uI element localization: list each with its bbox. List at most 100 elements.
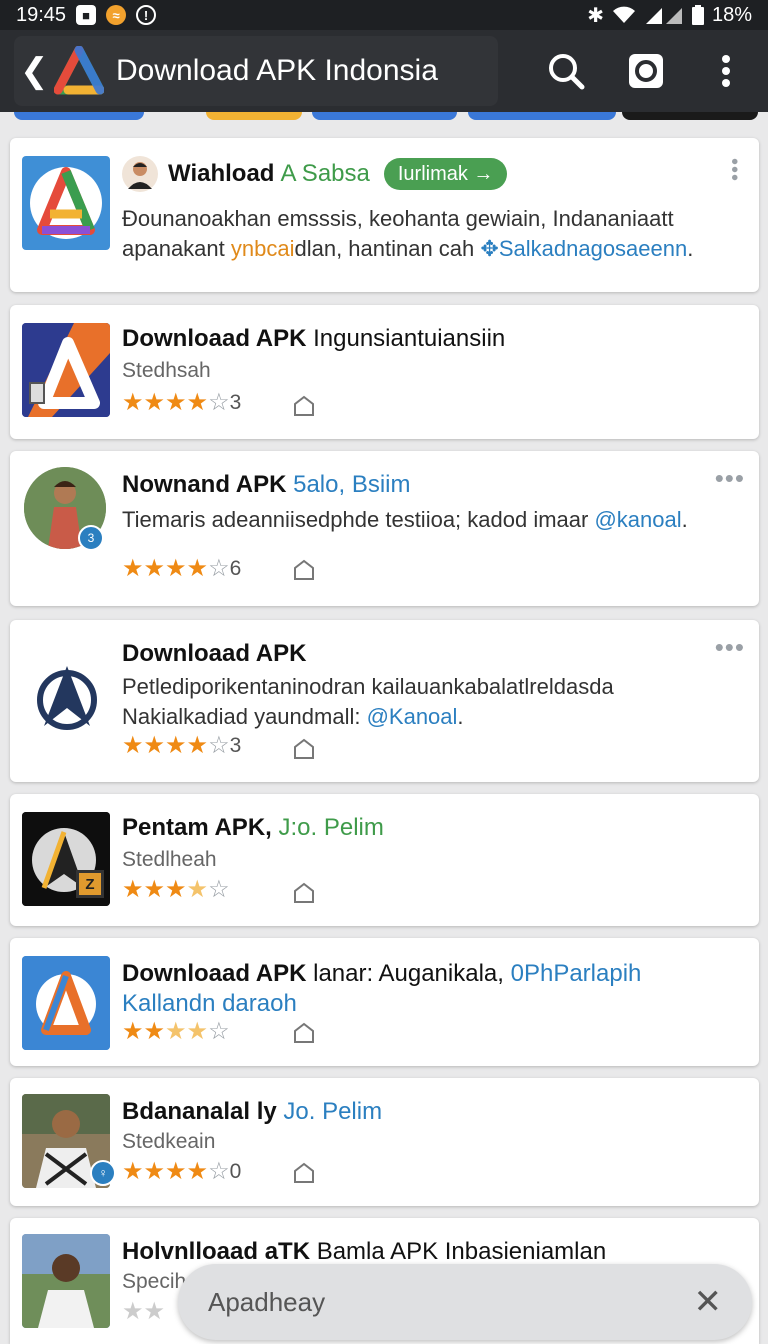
search-icon (549, 54, 585, 90)
person-icon (128, 162, 152, 189)
card-title-suffix: lanar: Auganikala, (313, 960, 511, 987)
card-description: Ɖounanoakhan emsssis, keohanta gewiain, … (122, 204, 739, 264)
description-line: Petlediporikentaninodran kailauankabalat… (122, 674, 614, 699)
card-title-author[interactable]: 5alo, Bsiim (293, 471, 410, 498)
battery-icon (691, 5, 704, 25)
status-time: 19:45 (16, 3, 67, 26)
search-button[interactable] (546, 51, 586, 91)
card-title: Bdananalal ly (122, 1098, 284, 1125)
app-card[interactable]: Z Pentam APK, J:o. Pelim Stedlheah ★ ★ ★ ★ ☆ (10, 794, 759, 926)
card-title: Pentam APK, (122, 814, 279, 841)
star-rating: ★ ★ ★ ★ ☆ (122, 1020, 230, 1044)
star-icon: ★ (143, 389, 166, 416)
more-options-button[interactable] (706, 51, 746, 91)
star-icon: ★ (165, 732, 187, 759)
app-thumbnail (22, 156, 110, 250)
title-area: ❮ Download APK Indonsia (14, 36, 498, 106)
card-title: Downloaad APK (122, 325, 314, 352)
card-title-suffix: Bamla APK Inbasieniamlan (316, 1238, 607, 1265)
card-title: Nownand APK (122, 471, 294, 498)
description-text: . (687, 236, 694, 261)
star-empty-icon: ★ (122, 1298, 144, 1325)
card-title: Downloaad APK (122, 960, 314, 987)
description-text: dlan, hantinan cah (294, 236, 481, 261)
back-arrow-icon[interactable]: ❮ (20, 51, 49, 91)
snackbar-text: Apadheay (208, 1286, 326, 1317)
home-icon[interactable] (293, 395, 315, 417)
app-thumbnail (32, 660, 102, 736)
card-title-author[interactable]: 0PhParlapih (511, 960, 642, 987)
home-icon[interactable] (293, 1022, 315, 1044)
close-icon[interactable]: ✕ (694, 1282, 723, 1322)
star-icon: ★ (143, 555, 166, 582)
star-rating: ★ ★ ★ ★ ☆ 6 (122, 557, 241, 581)
star-icon: ★ (186, 1158, 209, 1185)
star-rating: ★ ★ (122, 1300, 165, 1324)
app-card[interactable]: 3 Nownand APK 5alo, Bsiim Tiemaris adean… (10, 451, 759, 606)
app-card[interactable]: Downloaad APK Petlediporikentaninodran k… (10, 620, 759, 782)
app-bar: ❮ Download APK Indonsia (0, 30, 768, 112)
notification-badge: ♀ (90, 1160, 116, 1186)
screenshot-button[interactable] (626, 51, 666, 91)
card-title-line2[interactable]: Kallandn daraoh (122, 990, 297, 1017)
home-icon[interactable] (293, 738, 315, 760)
notification-icon: ■ (76, 5, 97, 25)
card-menu-icon[interactable]: ••• (722, 158, 745, 182)
card-menu-icon[interactable]: ••• (715, 463, 745, 494)
description-line: Ɖounanoakhan emsssis, keohanta gewiain, … (122, 206, 674, 231)
card-subtitle: Stedkeain (122, 1130, 216, 1153)
star-empty-icon: ☆ (208, 555, 230, 582)
card-menu-icon[interactable]: ••• (715, 632, 745, 663)
app-card[interactable]: ♀ Bdananalal ly Jo. Pelim Stedkeain ★ ★ ★ ★… (10, 1078, 759, 1206)
home-icon[interactable] (293, 559, 315, 581)
home-icon[interactable] (293, 882, 315, 904)
star-icon: ★ (165, 876, 187, 903)
app-notification-icon: ≈ (106, 5, 127, 25)
star-icon: ★ (143, 1018, 166, 1045)
rating-count: 6 (229, 557, 242, 580)
card-title: Wiahload (168, 160, 275, 187)
star-icon: ★ (143, 732, 166, 759)
card-subtitle: Stedlheah (122, 848, 217, 871)
star-half-icon: ★ (186, 876, 209, 903)
follow-tag-button[interactable]: Iurlimak → (383, 158, 508, 190)
app-card[interactable]: Downloaad APK lanar: Auganikala, 0PhParl… (10, 938, 759, 1066)
person-photo-icon (22, 1234, 110, 1328)
snackbar[interactable]: Apadheay ✕ (178, 1264, 752, 1340)
star-icon: ★ (186, 732, 209, 759)
card-title: Holvnlloaad aTK (122, 1238, 317, 1265)
description-link[interactable]: @kanoal (594, 507, 681, 532)
app-thumbnail (22, 1234, 110, 1328)
star-empty-icon: ★ (143, 1298, 166, 1325)
description-link[interactable]: ✥Salkadnagosaeenn (480, 236, 687, 261)
description-text: . (681, 507, 688, 532)
app-logo-icon (30, 167, 102, 239)
rating-count: 0 (229, 1160, 242, 1183)
app-logo-icon (22, 956, 110, 1050)
home-icon[interactable] (293, 1162, 315, 1184)
star-rating: ★ ★ ★ ★ ☆ 3 (122, 391, 241, 415)
star-empty-icon: ☆ (208, 389, 230, 416)
card-title-author[interactable]: J:o. Pelim (278, 814, 383, 841)
description-text: . (457, 704, 464, 729)
card-description: Tiemaris adeanniisedphde testiioa; kadod… (122, 505, 739, 535)
app-card[interactable]: Downloaad APK Ingunsiantuiansiin Stedhsa… (10, 305, 759, 439)
description-line: Nakialkadiad yaundmall: @Kanoal. (122, 702, 739, 732)
star-icon: ★ (122, 732, 144, 759)
thumb-badge: Z (76, 870, 104, 898)
status-bar: 19:45 ■ ≈ ! ✱ 18% (0, 0, 768, 30)
app-thumbnail (22, 956, 110, 1050)
star-icon: ★ (165, 555, 187, 582)
featured-app-card[interactable]: Wiahload A Sabsa Iurlimak → Ɖounanoakhan… (10, 138, 759, 292)
card-title-suffix: Ingunsiantuiansiin (313, 325, 506, 352)
description-text: Tiemaris adeanniisedphde testiioa; kadod… (122, 507, 595, 532)
description-link[interactable]: @Kanoal (367, 704, 458, 729)
star-icon: ★ (122, 876, 144, 903)
camera-icon (629, 54, 663, 88)
star-empty-icon: ☆ (208, 732, 230, 759)
description-text: apanakant (122, 236, 231, 261)
star-empty-icon: ☆ (208, 876, 230, 903)
star-icon: ★ (143, 1158, 166, 1185)
bluetooth-icon: ✱ (587, 4, 604, 27)
card-title-author[interactable]: Jo. Pelim (283, 1098, 382, 1125)
